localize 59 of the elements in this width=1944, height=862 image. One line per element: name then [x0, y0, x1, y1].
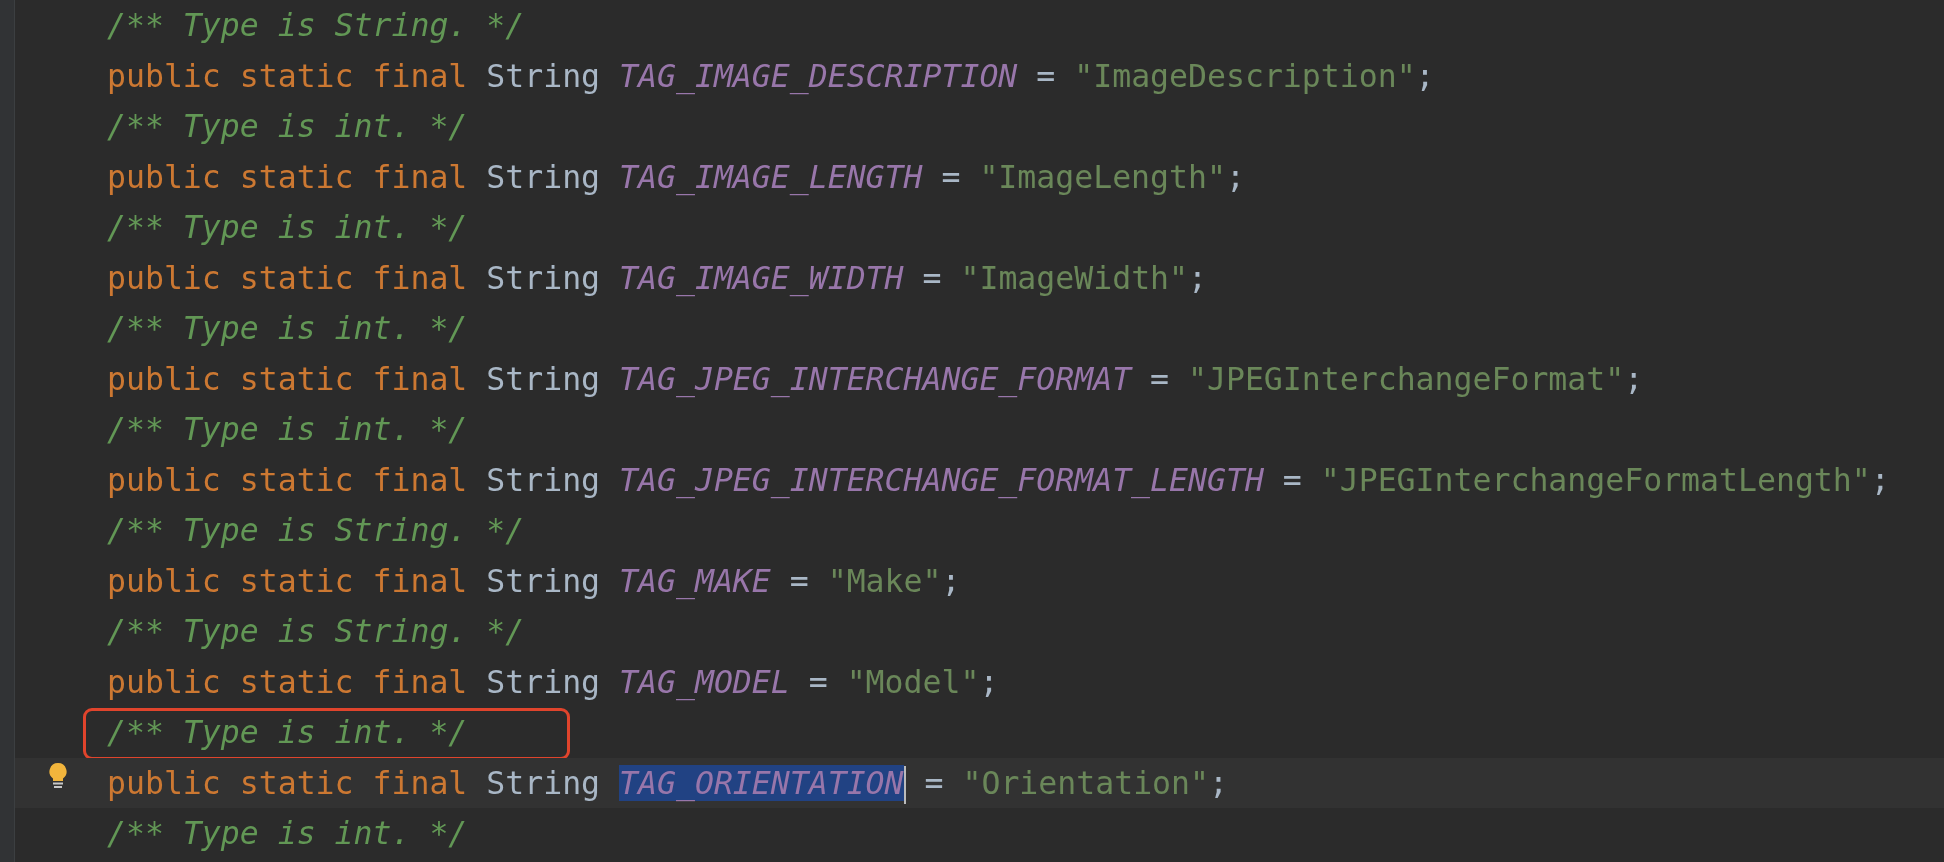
code-operator: =: [1150, 360, 1170, 397]
constant-name: TAG_IMAGE_LENGTH: [619, 158, 923, 195]
constant-name: TAG_MODEL: [619, 663, 790, 700]
code-keyword: public static final: [107, 663, 468, 700]
code-comment: /** Type is String. */: [107, 512, 525, 548]
string-literal: "Orientation": [962, 764, 1209, 801]
string-literal: "JPEGInterchangeFormatLength": [1320, 461, 1871, 498]
code-comment: /** Type is String. */: [107, 7, 525, 43]
constant-name: TAG_JPEG_INTERCHANGE_FORMAT_LENGTH: [619, 461, 1264, 498]
code-keyword: public static final: [107, 764, 468, 801]
code-operator: =: [1282, 461, 1302, 498]
code-comment: /** Type is int. */: [107, 108, 468, 144]
constant-name: TAG_JPEG_INTERCHANGE_FORMAT: [619, 360, 1132, 397]
code-keyword: public static final: [107, 360, 468, 397]
code-comment: /** Type is int. */: [107, 815, 468, 851]
string-literal: "ImageWidth": [960, 259, 1189, 296]
code-semicolon: ;: [1188, 259, 1207, 296]
code-keyword: public static final: [107, 259, 468, 296]
code-operator: =: [789, 562, 809, 599]
text-caret: [903, 765, 906, 804]
code-keyword: public static final: [107, 562, 468, 599]
code-comment: /** Type is int. */: [107, 714, 468, 750]
code-semicolon: ;: [1225, 158, 1245, 195]
constant-name: TAG_MAKE: [619, 562, 771, 599]
code-semicolon: ;: [1209, 764, 1228, 801]
code-operator: =: [941, 158, 961, 195]
code-type: String: [486, 158, 601, 195]
selected-constant-name: TAG_ORIENTATION: [619, 764, 904, 801]
lightbulb-icon[interactable]: [48, 761, 68, 790]
code-type: String: [486, 360, 601, 397]
code-semicolon: ;: [941, 562, 961, 599]
code-operator: =: [924, 764, 944, 801]
code-semicolon: ;: [1624, 360, 1644, 397]
code-keyword: public static final: [107, 158, 468, 195]
code-semicolon: ;: [1415, 57, 1435, 94]
code-operator: =: [808, 663, 828, 700]
string-literal: "JPEGInterchangeFormat": [1188, 360, 1625, 397]
code-keyword: public static final: [107, 461, 468, 498]
code-semicolon: ;: [979, 663, 999, 700]
string-literal: "ImageLength": [979, 158, 1226, 195]
constant-name: TAG_IMAGE_WIDTH: [619, 259, 904, 296]
code-type: String: [486, 562, 601, 599]
code-type: String: [486, 764, 601, 801]
code-comment: /** Type is int. */: [107, 411, 468, 447]
string-literal: "Make": [827, 562, 942, 599]
code-operator: =: [922, 259, 942, 296]
code-type: String: [486, 461, 601, 498]
string-literal: "ImageDescription": [1074, 57, 1416, 94]
code-operator: =: [1036, 57, 1056, 94]
string-literal: "Model": [846, 663, 980, 700]
code-comment: /** Type is int. */: [107, 209, 468, 245]
constant-name: TAG_IMAGE_DESCRIPTION: [619, 57, 1018, 94]
code-semicolon: ;: [1870, 461, 1890, 498]
code-type: String: [486, 259, 601, 296]
code-type: String: [486, 663, 601, 700]
code-comment: /** Type is int. */: [107, 310, 468, 346]
code-comment: /** Type is String. */: [107, 613, 525, 649]
code-type: String: [486, 57, 601, 94]
code-keyword: public static final: [107, 57, 468, 94]
